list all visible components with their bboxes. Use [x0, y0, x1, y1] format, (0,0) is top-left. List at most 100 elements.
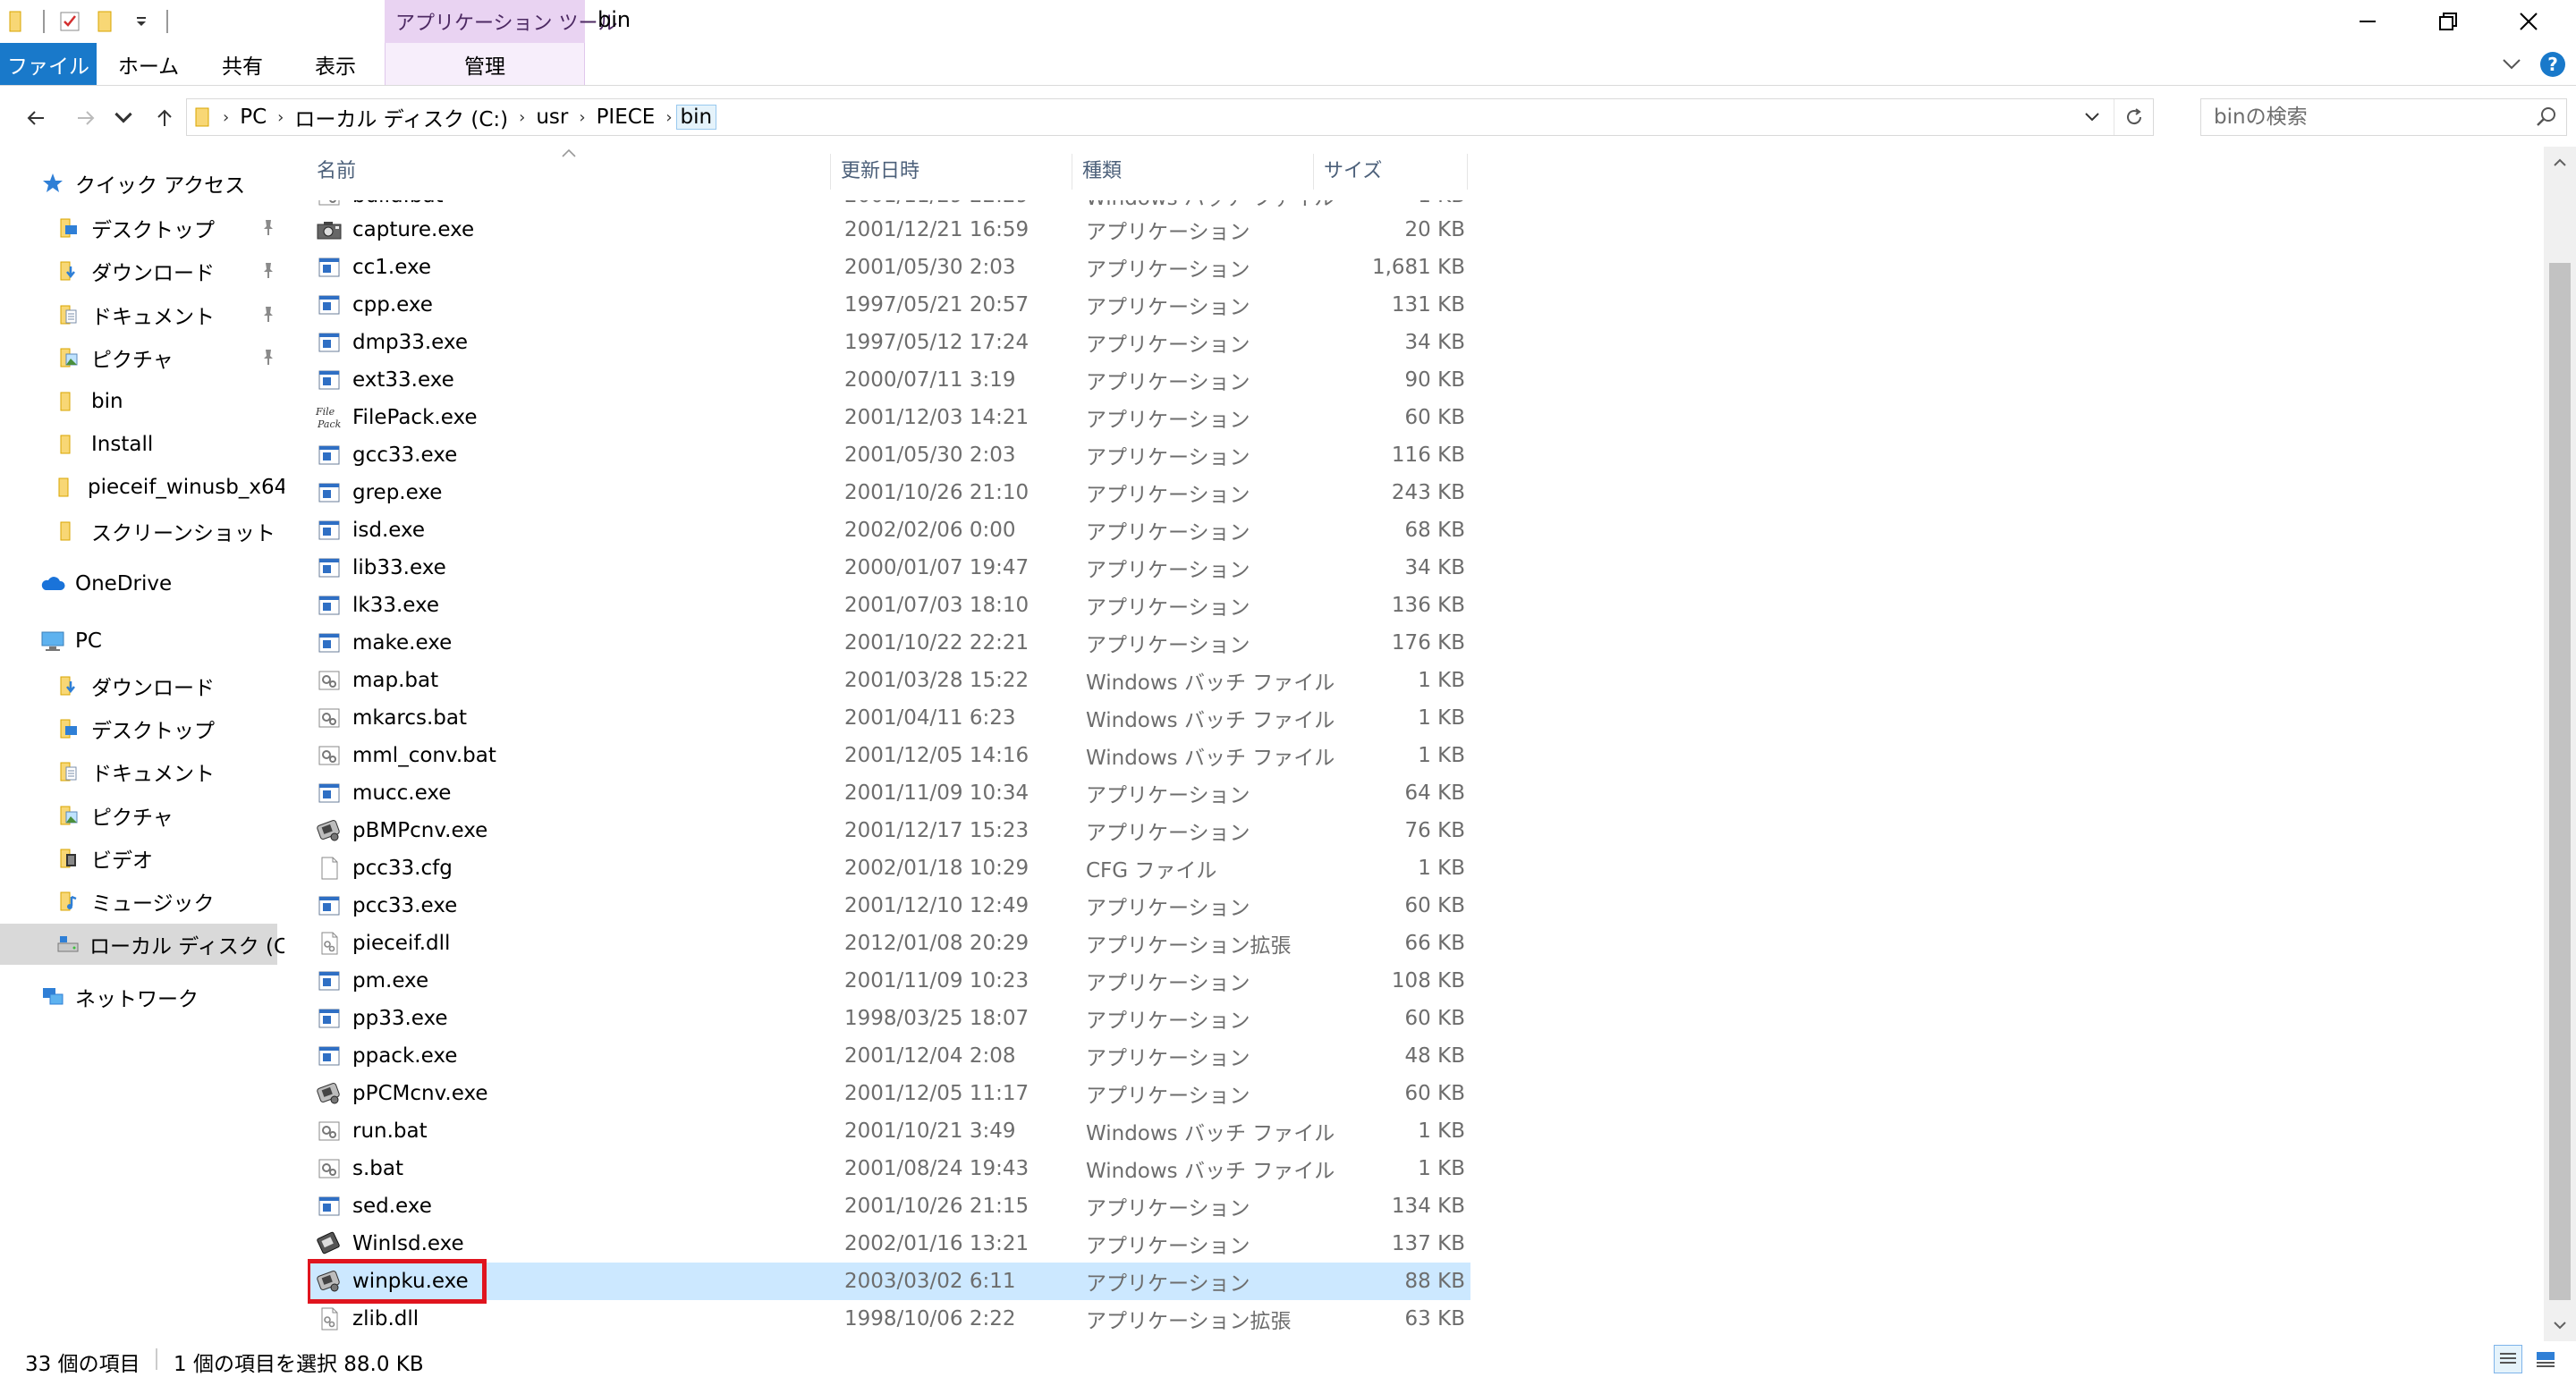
table-row[interactable]: cc1.exe 2001/05/30 2:03 アプリケーション 1,681 KB [308, 249, 1470, 286]
nav-quick-access[interactable]: クイック アクセス [39, 163, 245, 204]
properties-icon[interactable] [52, 4, 88, 39]
table-row[interactable]: WinIsd.exe 2002/01/16 13:21 アプリケーション 137 KB [308, 1225, 1470, 1263]
address-history-dropdown[interactable] [2074, 99, 2110, 135]
vertical-scrollbar[interactable] [2544, 147, 2576, 1341]
table-row[interactable]: capture.exe 2001/12/21 16:59 アプリケーション 20 KB [308, 211, 1470, 249]
column-divider[interactable] [830, 154, 831, 190]
table-row[interactable]: isd.exe 2002/02/06 0:00 アプリケーション 68 KB [308, 511, 1470, 549]
tab-share[interactable]: 共有 [202, 43, 283, 85]
breadcrumb-separator[interactable]: › [662, 108, 675, 127]
address-bar[interactable]: › PC › ローカル ディスク (C:) › usr › PIECE › bi… [186, 98, 2154, 136]
table-row[interactable]: cpp.exe 1997/05/21 20:57 アプリケーション 131 KB [308, 286, 1470, 324]
recent-locations-button[interactable] [111, 100, 136, 136]
expand-ribbon-button[interactable] [2494, 46, 2529, 82]
search-box[interactable] [2200, 98, 2567, 136]
table-row[interactable]: s.bat 2001/08/24 19:43 Windows バッチ ファイル 1 K… [308, 1150, 1470, 1187]
table-row[interactable]: pcc33.exe 2001/12/10 12:49 アプリケーション 60 KB [308, 887, 1470, 925]
table-row[interactable]: lib33.exe 2000/01/07 19:47 アプリケーション 34 KB [308, 549, 1470, 587]
nav-pc-item[interactable]: ミュージック [55, 881, 277, 922]
minimize-button[interactable] [2327, 0, 2408, 43]
table-row[interactable]: lk33.exe 2001/07/03 18:10 アプリケーション 136 KB [308, 587, 1470, 624]
tab-view[interactable]: 表示 [295, 43, 376, 85]
close-button[interactable] [2488, 0, 2569, 43]
nav-quick-access-item[interactable]: bin [55, 381, 277, 422]
file-type: アプリケーション [1086, 1085, 1250, 1108]
table-row[interactable]: gcc33.exe 2001/05/30 2:03 アプリケーション 116 KB [308, 436, 1470, 474]
table-row[interactable]: pPCMcnv.exe 2001/12/05 11:17 アプリケーション 60 KB [308, 1075, 1470, 1112]
column-header-size[interactable]: サイズ [1315, 147, 1467, 191]
table-row[interactable]: pieceif.dll 2012/01/08 20:29 アプリケーション拡張 66 … [308, 925, 1470, 962]
table-row[interactable]: grep.exe 2001/10/26 21:10 アプリケーション 243 KB [308, 474, 1470, 511]
restore-button[interactable] [2408, 0, 2488, 43]
nav-network[interactable]: ネットワーク [39, 976, 199, 1018]
nav-pc-item[interactable]: ドキュメント [55, 751, 277, 792]
table-row[interactable]: run.bat 2001/10/21 3:49 Windows バッチ ファイル 1 … [308, 1112, 1470, 1150]
customize-toolbar-icon[interactable] [123, 4, 159, 39]
table-row[interactable]: map.bat 2001/03/28 15:22 Windows バッチ ファイル 1… [308, 662, 1470, 699]
nav-quick-access-item[interactable]: ドキュメント [55, 294, 277, 335]
table-row[interactable]: ppack.exe 2001/12/04 2:08 アプリケーション 48 KB [308, 1037, 1470, 1075]
breadcrumb-separator[interactable]: › [274, 108, 287, 127]
file-name: make.exe [352, 631, 453, 655]
breadcrumb-separator[interactable]: › [219, 108, 233, 127]
table-row[interactable]: make.exe 2001/10/22 22:21 アプリケーション 176 KB [308, 624, 1470, 662]
large-icons-view-button[interactable] [2531, 1345, 2560, 1373]
scrollbar-thumb[interactable] [2549, 263, 2571, 1300]
nav-pc-item[interactable]: ピクチャ [55, 795, 277, 836]
details-view-button[interactable] [2494, 1345, 2522, 1373]
up-button[interactable] [147, 100, 182, 136]
table-row[interactable]: sed.exe 2001/10/26 21:15 アプリケーション 134 KB [308, 1187, 1470, 1225]
nav-pc-item[interactable]: デスクトップ [55, 708, 277, 749]
nav-quick-access-item[interactable]: デスクトップ [55, 207, 277, 249]
folder-icon [0, 4, 36, 39]
scroll-down-button[interactable] [2544, 1309, 2576, 1341]
new-folder-icon[interactable] [88, 4, 123, 39]
nav-onedrive[interactable]: OneDrive [39, 563, 172, 604]
nav-quick-access-item[interactable]: スクリーンショット [55, 511, 277, 552]
help-icon[interactable]: ? [2540, 51, 2565, 77]
nav-pc-item[interactable]: ビデオ [55, 838, 277, 879]
breadcrumb-usr[interactable]: usr [529, 106, 575, 129]
nav-pc[interactable]: PC [39, 621, 102, 662]
scroll-up-button[interactable] [2544, 147, 2576, 179]
tab-manage[interactable]: 管理 [385, 43, 585, 85]
table-row[interactable]: mucc.exe 2001/11/09 10:34 アプリケーション 64 KB [308, 774, 1470, 812]
table-row[interactable]: pp33.exe 1998/03/25 18:07 アプリケーション 60 KB [308, 1000, 1470, 1037]
table-row[interactable]: dmp33.exe 1997/05/12 17:24 アプリケーション 34 KB [308, 324, 1470, 361]
column-header-name[interactable]: 名前 [308, 147, 830, 191]
table-row[interactable]: mkarcs.bat 2001/04/11 6:23 Windows バッチ ファイ… [308, 699, 1470, 737]
table-row[interactable]: zlib.dll 1998/10/06 2:22 アプリケーション拡張 63 KB [308, 1300, 1470, 1338]
nav-quick-access-item[interactable]: ピクチャ [55, 337, 277, 378]
file-name: pPCMcnv.exe [352, 1082, 488, 1105]
forward-button[interactable] [68, 100, 104, 136]
tab-home[interactable]: ホーム [106, 43, 191, 85]
column-header-date[interactable]: 更新日時 [832, 147, 1072, 191]
breadcrumb-bin[interactable]: bin [675, 105, 717, 130]
breadcrumb-separator[interactable]: › [515, 108, 529, 127]
breadcrumb-separator[interactable]: › [575, 108, 589, 127]
back-button[interactable] [18, 100, 54, 136]
column-divider[interactable] [1313, 154, 1314, 190]
tab-file[interactable]: ファイル [0, 43, 97, 85]
breadcrumb-local-disk[interactable]: ローカル ディスク (C:) [287, 102, 515, 132]
nav-pc-item[interactable]: ローカル ディスク (C:) [0, 924, 284, 966]
table-row[interactable]: pcc33.cfg 2002/01/18 10:29 CFG ファイル 1 KB [308, 849, 1470, 887]
refresh-button[interactable] [2114, 99, 2153, 135]
nav-quick-access-item[interactable]: ダウンロード [55, 250, 277, 291]
table-row[interactable]: mml_conv.bat 2001/12/05 14:16 Windows バッチ … [308, 737, 1470, 774]
table-row[interactable]: pm.exe 2001/11/09 10:23 アプリケーション 108 KB [308, 962, 1470, 1000]
search-input[interactable] [2214, 106, 2518, 129]
nav-pc-item[interactable]: ダウンロード [55, 665, 277, 706]
breadcrumb-pc[interactable]: PC [233, 106, 274, 129]
column-divider[interactable] [1467, 154, 1468, 190]
file-size: 34 KB [1404, 331, 1465, 354]
table-row[interactable]: ext33.exe 2000/07/11 3:19 アプリケーション 90 KB [308, 361, 1470, 399]
file-size: 90 KB [1404, 368, 1465, 392]
search-icon[interactable] [2534, 105, 2559, 130]
breadcrumb-piece[interactable]: PIECE [589, 106, 663, 129]
nav-quick-access-item[interactable]: pieceif_winusb_x64- [55, 467, 284, 508]
nav-quick-access-item[interactable]: Install [55, 424, 277, 465]
table-row[interactable]: File Pack FilePack.exe 2001/12/03 14:21 アプリケ… [308, 399, 1470, 436]
column-header-type[interactable]: 種類 [1073, 147, 1313, 191]
table-row[interactable]: pBMPcnv.exe 2001/12/17 15:23 アプリケーション 76 KB [308, 812, 1470, 849]
